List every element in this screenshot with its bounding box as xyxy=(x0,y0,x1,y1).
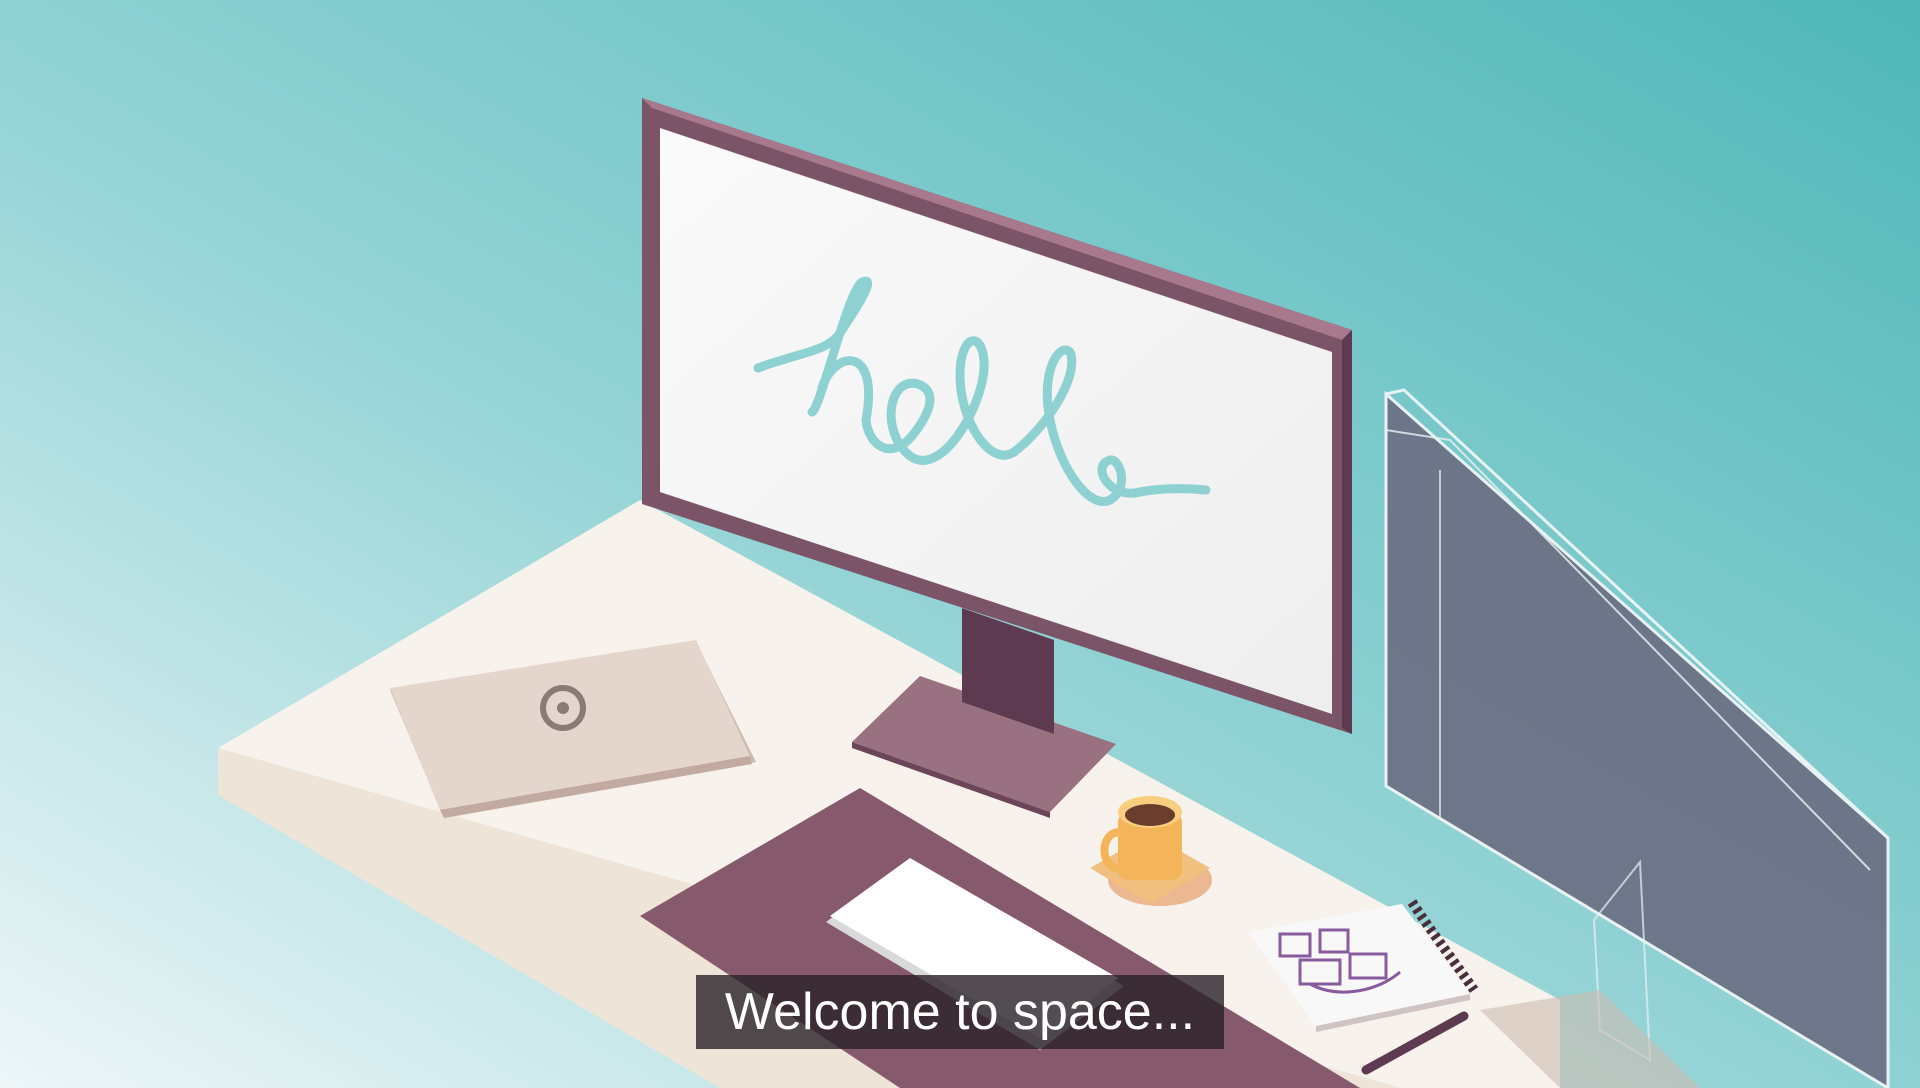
desk-scene: hello xyxy=(0,0,1920,1088)
caption-subtitle: Welcome to space... xyxy=(696,975,1224,1049)
